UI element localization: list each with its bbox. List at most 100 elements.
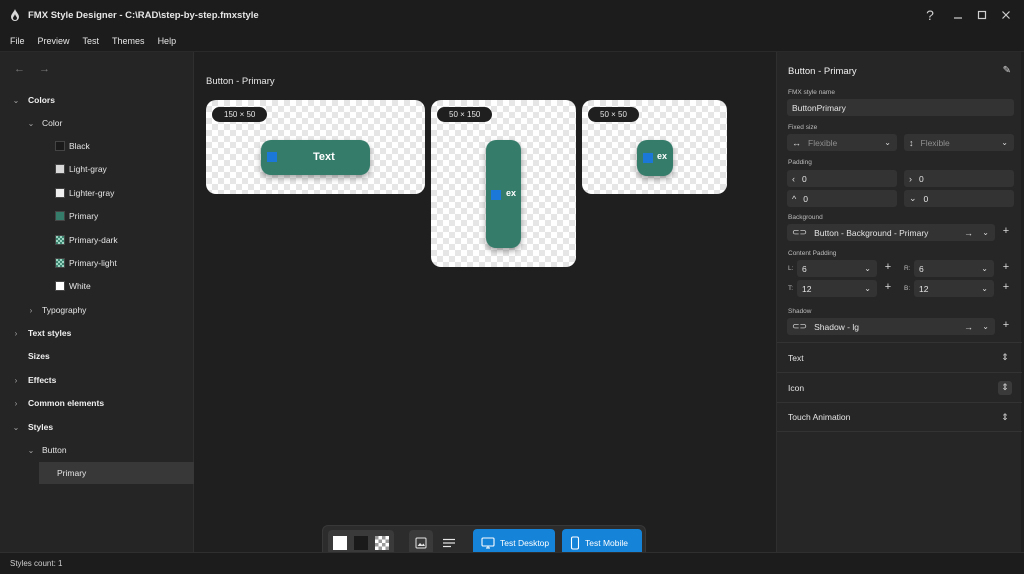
maximize-button[interactable]	[970, 0, 994, 30]
sample-button[interactable]: Text	[261, 140, 370, 175]
styles-count: Styles count: 1	[10, 559, 63, 568]
forward-arrow-icon[interactable]: →	[39, 63, 50, 75]
color-swatch	[55, 211, 65, 221]
chevron-right-icon: ›	[909, 173, 912, 184]
style-tree-panel: ← → ⌄ Colors ⌄ Color Black Light-gray Li…	[0, 52, 194, 552]
cp-left-label: L:	[788, 265, 794, 272]
sample-button[interactable]: ex	[637, 140, 673, 176]
expand-collapse-icon[interactable]: ⇕	[998, 410, 1012, 424]
tree-item-common-elements[interactable]: › Common elements	[0, 392, 194, 414]
help-icon[interactable]: ?	[918, 0, 942, 30]
style-name-input[interactable]: ButtonPrimary	[787, 99, 1014, 116]
add-cp-left-icon[interactable]: +	[883, 261, 893, 273]
phone-icon	[570, 535, 580, 550]
tree-item-swatch-primary-dark[interactable]: Primary-dark	[0, 229, 194, 251]
content-padding-label: Content Padding	[788, 250, 837, 257]
menu-help[interactable]: Help	[158, 36, 177, 46]
content-padding-right-select[interactable]: 6 ⌄	[914, 260, 994, 277]
padding-bottom-input[interactable]: ⌄ 0	[904, 190, 1014, 207]
menu-file[interactable]: File	[10, 36, 25, 46]
padding-right-input[interactable]: › 0	[904, 170, 1014, 187]
section-touch-animation[interactable]: Touch Animation ⇕	[777, 402, 1022, 432]
cp-left-value: 6	[802, 263, 807, 274]
background-value: Button - Background - Primary	[814, 227, 929, 238]
cp-right-label: R:	[904, 265, 911, 272]
add-background-icon[interactable]: +	[1001, 225, 1011, 237]
fixed-height-select[interactable]: ↕ Flexible ⌄	[904, 134, 1014, 151]
tree-item-typography[interactable]: › Typography	[0, 299, 194, 321]
shadow-label: Shadow	[788, 308, 812, 315]
fixed-size-label: Fixed size	[788, 124, 818, 131]
link-icon: ⊂⊃	[792, 321, 808, 331]
tree-item-sizes[interactable]: Sizes	[0, 345, 194, 367]
tree-item-effects[interactable]: › Effects	[0, 369, 194, 391]
tree-item-swatch-white[interactable]: White	[0, 275, 194, 297]
tree-item-swatch-light-gray[interactable]: Light-gray	[0, 158, 194, 180]
tree-item-color[interactable]: ⌄ Color	[0, 112, 194, 134]
sample-icon	[267, 152, 277, 162]
content-padding-left-select[interactable]: 6 ⌄	[797, 260, 877, 277]
app-logo-icon	[11, 9, 19, 21]
tree-item-colors[interactable]: ⌄ Colors	[0, 89, 194, 111]
back-arrow-icon[interactable]: ←	[14, 63, 25, 75]
sample-text: ex	[657, 151, 668, 161]
chevron-down-icon: ⌄	[12, 422, 20, 432]
padding-left-input[interactable]: ‹ 0	[787, 170, 897, 187]
padding-top-input[interactable]: ^ 0	[787, 190, 897, 207]
tree-label: Primary	[57, 468, 87, 478]
tree-item-swatch-primary[interactable]: Primary	[0, 205, 194, 227]
go-to-arrow-icon[interactable]: →	[964, 322, 973, 332]
shadow-select[interactable]: ⊂⊃ Shadow - lg → ⌄	[787, 318, 995, 335]
cp-top-value: 12	[802, 283, 812, 294]
padding-right-value: 0	[919, 173, 924, 184]
white-background-button[interactable]	[333, 536, 347, 550]
vertical-resize-icon: ↕	[909, 137, 914, 148]
add-cp-right-icon[interactable]: +	[1001, 261, 1011, 273]
section-icon[interactable]: Icon ⇕	[777, 372, 1022, 402]
cp-bottom-value: 12	[919, 283, 929, 294]
size-tag: 150 × 50	[212, 107, 268, 122]
tree-item-styles[interactable]: ⌄ Styles	[0, 416, 194, 438]
tree-item-text-styles[interactable]: › Text styles	[0, 322, 194, 344]
expand-collapse-icon[interactable]: ⇕	[998, 351, 1012, 365]
chevron-down-icon: ⌄	[864, 284, 871, 293]
sample-button[interactable]: ex	[486, 140, 521, 248]
chevron-down-icon: ⌄	[12, 95, 20, 105]
dark-background-button[interactable]	[354, 536, 368, 550]
transparent-background-button[interactable]	[375, 536, 389, 550]
tree-item-primary-selected[interactable]: Primary	[39, 462, 194, 484]
expand-collapse-icon[interactable]: ⇕	[998, 380, 1012, 395]
menu-test[interactable]: Test	[83, 36, 100, 46]
content-padding-top-select[interactable]: 12 ⌄	[797, 280, 877, 297]
minimize-button[interactable]	[946, 0, 970, 30]
cp-top-label: T:	[788, 285, 794, 292]
tree-item-button[interactable]: ⌄ Button	[0, 439, 194, 461]
menu-themes[interactable]: Themes	[112, 36, 145, 46]
tree-item-swatch-black[interactable]: Black	[0, 135, 194, 157]
menu-preview[interactable]: Preview	[38, 36, 70, 46]
text-lines-icon	[443, 538, 455, 547]
preview-card-150x50: 150 × 50 Text	[206, 100, 425, 194]
tree-label: Black	[69, 141, 90, 151]
fixed-width-select[interactable]: ↔ Flexible ⌄	[787, 134, 897, 151]
section-text[interactable]: Text ⇕	[777, 342, 1022, 372]
preview-card-50x50: 50 × 50 ex	[582, 100, 727, 194]
chevron-right-icon: ›	[14, 398, 18, 408]
add-cp-top-icon[interactable]: +	[883, 281, 893, 293]
pencil-icon[interactable]: ✎	[1003, 65, 1011, 76]
tree-label: Light-gray	[69, 164, 107, 174]
chevron-down-icon: ⌄	[982, 228, 989, 237]
go-to-arrow-icon[interactable]: →	[964, 228, 973, 238]
chevron-right-icon: ›	[14, 375, 18, 385]
padding-label: Padding	[788, 159, 812, 166]
tree-item-swatch-lighter-gray[interactable]: Lighter-gray	[0, 182, 194, 204]
add-cp-bottom-icon[interactable]: +	[1001, 281, 1011, 293]
add-shadow-icon[interactable]: +	[1001, 319, 1011, 331]
content-padding-bottom-select[interactable]: 12 ⌄	[914, 280, 994, 297]
style-name-value: ButtonPrimary	[792, 102, 846, 113]
background-select[interactable]: ⊂⊃ Button - Background - Primary → ⌄	[787, 224, 995, 241]
chevron-down-icon: ⌄	[981, 264, 988, 273]
close-button[interactable]	[994, 0, 1018, 30]
tree-label: Color	[42, 118, 63, 128]
tree-item-swatch-primary-light[interactable]: Primary-light	[0, 252, 194, 274]
